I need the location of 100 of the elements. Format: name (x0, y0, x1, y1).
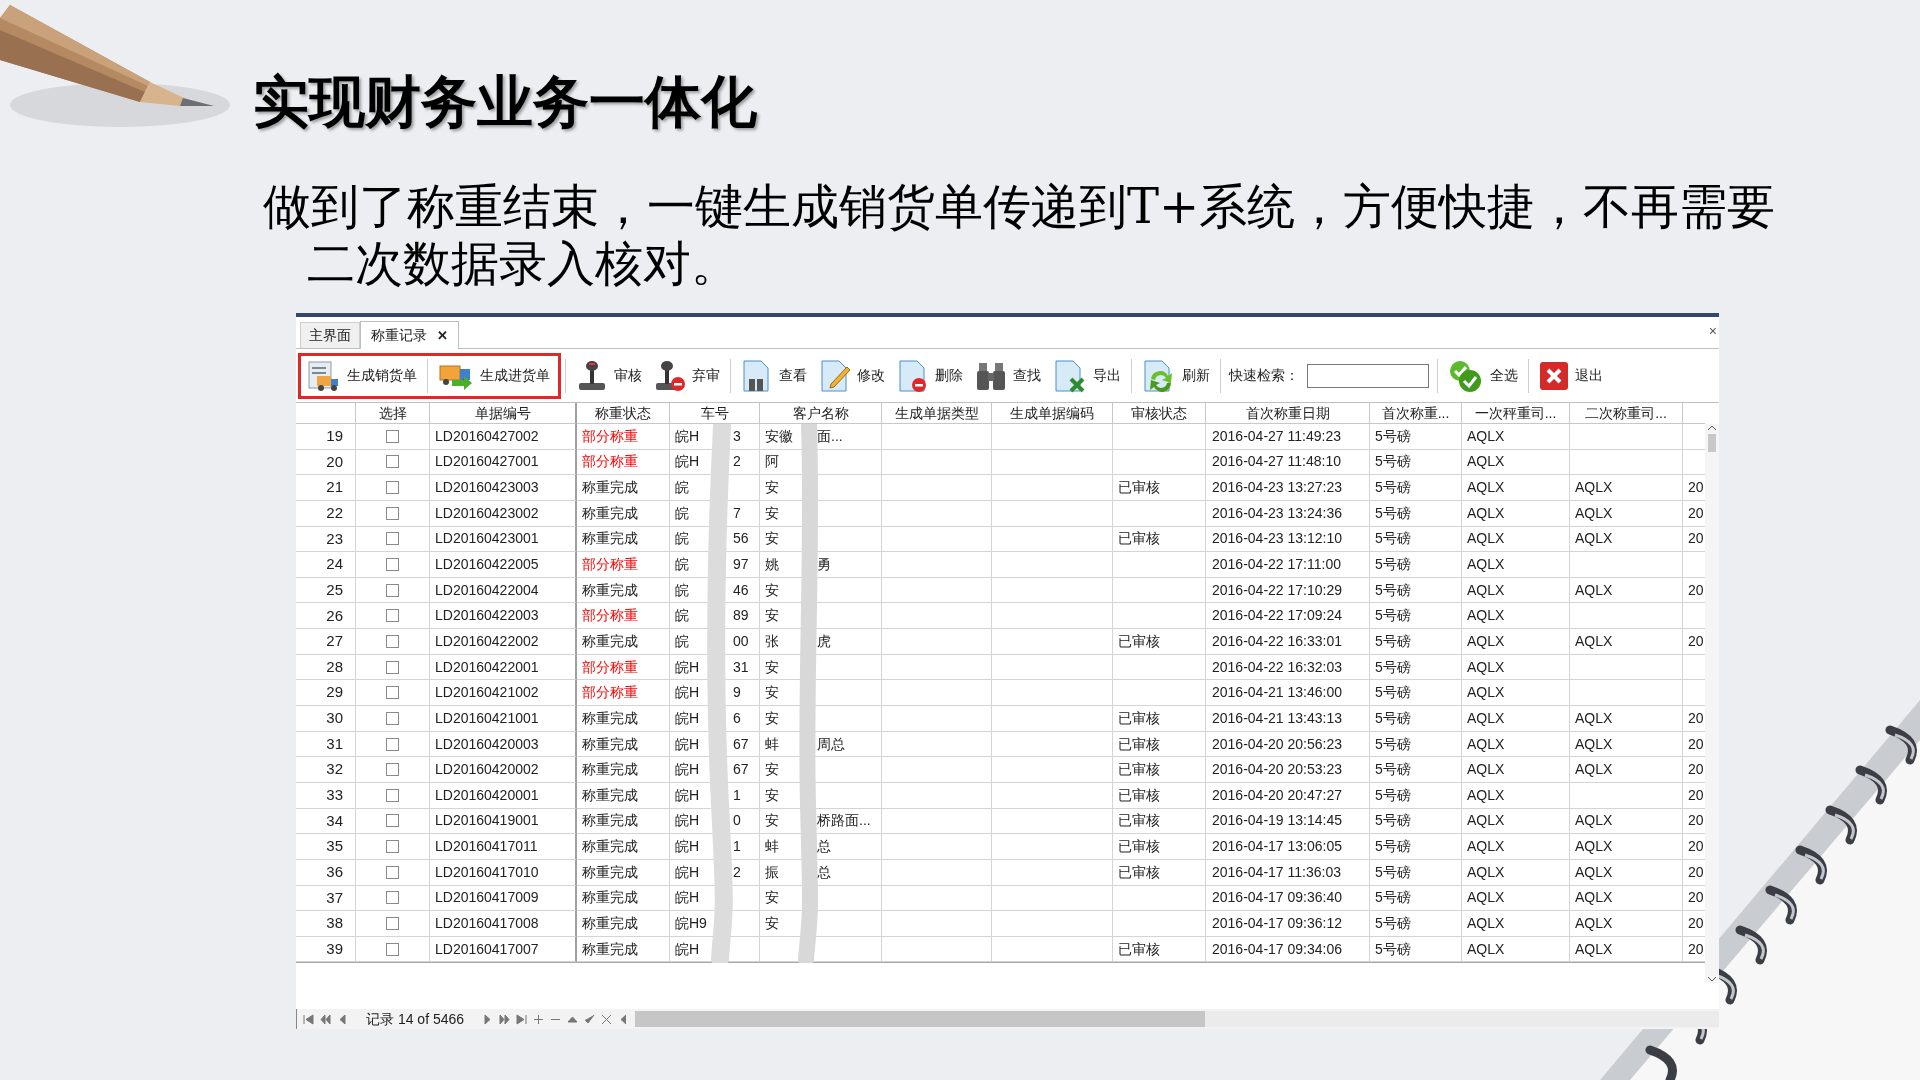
left-icon[interactable] (337, 1013, 348, 1025)
tab-close-button[interactable]: ✕ (437, 325, 448, 346)
cell-text: 皖H (675, 657, 701, 677)
checkbox[interactable] (386, 634, 399, 648)
cell-text: 安徽 (765, 426, 794, 446)
table-cell: 5号磅 (1370, 757, 1462, 783)
table-cell: 5号磅 (1370, 629, 1462, 655)
cell-text: 蚌 (765, 837, 780, 857)
toolbar-button[interactable]: 全选 (1442, 353, 1524, 398)
check-icon[interactable] (584, 1013, 596, 1025)
tab[interactable]: 主界面 (300, 322, 360, 348)
close-button[interactable]: × (1708, 321, 1717, 342)
checkbox[interactable] (386, 455, 399, 469)
cell-text: 安 (765, 683, 780, 703)
table-cell: LD20160423003 (430, 475, 577, 501)
scrollbar-thumb[interactable] (635, 1011, 1206, 1027)
table-cell: 称重完成 (577, 808, 670, 835)
cell-text: 安 (765, 657, 780, 677)
table-cell: AQLX (1462, 680, 1570, 707)
toolbar-button[interactable]: 退出 (1533, 353, 1609, 398)
column-header[interactable]: 二次称重司... (1570, 403, 1683, 424)
column-header[interactable]: 称重状态 (577, 403, 670, 424)
table-cell: 2016-04-21 13:43:13 (1206, 706, 1370, 732)
checkbox[interactable] (386, 660, 399, 674)
cell-text: 00 (733, 631, 749, 651)
table-cell: 2016-04-17 09:36:40 (1206, 885, 1370, 912)
column-header[interactable]: 客户名称 (760, 403, 882, 424)
checkbox[interactable] (386, 788, 399, 802)
column-header[interactable]: 首次称重日期 (1206, 403, 1370, 424)
toolbar-button[interactable]: 生成销货单 (301, 353, 423, 398)
table-cell: 5号磅 (1370, 475, 1462, 501)
table-cell: 2016-04-23 13:27:23 (1206, 475, 1370, 501)
checkbox[interactable] (386, 865, 399, 879)
checkbox[interactable] (386, 686, 399, 700)
scroll-down-icon[interactable] (1707, 975, 1717, 983)
table-cell: AQLX (1462, 424, 1570, 450)
column-header[interactable]: 生成单据编码 (992, 403, 1113, 424)
tab[interactable]: 称重记录 ✕ (360, 321, 459, 349)
cell-text: 总 (817, 862, 831, 882)
checkbox[interactable] (386, 840, 399, 854)
cell-text: 7 (733, 503, 741, 523)
column-header[interactable]: 选择 (356, 403, 430, 424)
double-left-icon[interactable] (320, 1013, 331, 1025)
checkbox[interactable] (386, 891, 399, 905)
search-field[interactable] (1307, 363, 1429, 388)
checkbox[interactable] (386, 711, 399, 725)
checkbox[interactable] (386, 532, 399, 546)
cancel-icon[interactable] (601, 1013, 613, 1025)
checkbox[interactable] (386, 558, 399, 571)
double-right-icon[interactable] (499, 1013, 511, 1025)
toolbar-button[interactable]: 修改 (813, 353, 891, 398)
checkbox[interactable] (386, 942, 399, 956)
toolbar-button[interactable]: 生成进货单 (432, 353, 556, 398)
checkbox[interactable] (386, 609, 399, 623)
cell-text: 9 (733, 683, 741, 703)
last-page-icon[interactable] (516, 1013, 528, 1025)
cell-text: 安 (765, 888, 780, 908)
table-cell: AQLX (1462, 757, 1570, 783)
scrollbar-thumb[interactable] (1708, 434, 1716, 452)
scroll-up-icon[interactable] (1707, 424, 1717, 432)
table-cell: 称重完成 (577, 834, 670, 860)
checkbox[interactable] (386, 814, 399, 828)
table-cell: 称重完成 (577, 757, 670, 783)
table-cell: AQLX (1570, 936, 1683, 963)
cell-text: 0 (733, 811, 741, 831)
toolbar-button[interactable]: 刷新 (1136, 353, 1216, 398)
column-header[interactable]: 生成单据类型 (882, 403, 992, 424)
checkbox[interactable] (386, 917, 399, 930)
toolbar-button[interactable]: 删除 (891, 353, 969, 398)
table-cell: AQLX (1462, 526, 1570, 553)
row-number: 28 (296, 654, 356, 681)
checkbox[interactable] (386, 481, 399, 495)
checkbox[interactable] (386, 763, 399, 777)
column-header[interactable]: 首次称重... (1370, 403, 1462, 424)
row-number: 21 (296, 475, 356, 501)
checkbox[interactable] (386, 737, 399, 751)
column-header[interactable]: 单据编号 (430, 403, 577, 424)
column-header[interactable]: 车号 (670, 403, 760, 424)
form-truck-icon (307, 359, 341, 392)
toolbar-button[interactable]: 弃审 (648, 353, 726, 398)
column-header[interactable]: 审核状态 (1113, 403, 1206, 424)
table-cell: LD20160422004 (430, 577, 577, 604)
first-page-icon[interactable] (303, 1013, 314, 1025)
vertical-scrollbar[interactable] (1705, 424, 1719, 983)
table-cell: 2016-04-19 13:14:45 (1206, 808, 1370, 835)
record-counter: 记录 14 of 5466 (365, 1009, 466, 1029)
toolbar-button[interactable]: 导出 (1047, 353, 1127, 398)
toolbar-button[interactable]: 查看 (735, 353, 813, 398)
checkbox[interactable] (386, 583, 399, 597)
table-cell: 5号磅 (1370, 577, 1462, 604)
toolbar-button[interactable]: 审核 (570, 353, 648, 398)
plus-icon[interactable] (533, 1013, 545, 1025)
column-header[interactable]: 一次秤重司... (1462, 403, 1570, 424)
cell-text: 56 (733, 529, 749, 549)
table-cell: 5号磅 (1370, 731, 1462, 758)
toolbar-button[interactable]: 查找 (969, 353, 1047, 398)
checkbox[interactable] (386, 429, 399, 443)
horizontal-scrollbar[interactable] (635, 1011, 1719, 1027)
checkbox[interactable] (386, 506, 399, 520)
cell-text: 皖 (675, 580, 690, 600)
